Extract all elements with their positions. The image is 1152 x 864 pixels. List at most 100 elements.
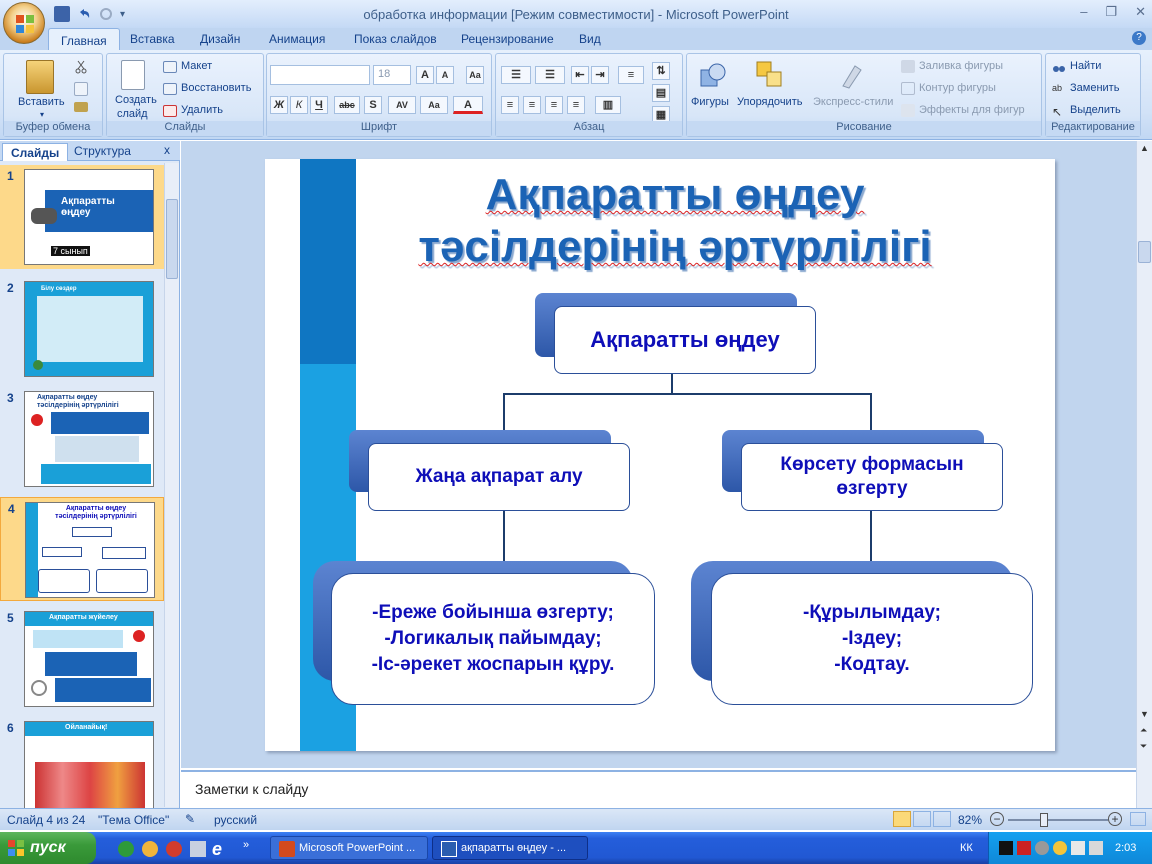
italic-button[interactable]: К: [290, 96, 308, 114]
clock[interactable]: 2:03: [1115, 842, 1136, 854]
align-center-button[interactable]: ≡: [523, 96, 541, 114]
tab-review[interactable]: Рецензирование: [461, 32, 554, 46]
tab-insert[interactable]: Вставка: [130, 32, 175, 46]
shape-fill-button[interactable]: Заливка фигуры: [919, 60, 1003, 72]
strikethrough-button[interactable]: abc: [334, 96, 360, 114]
ie-icon[interactable]: e: [212, 839, 222, 860]
vertical-scrollbar[interactable]: ▲ ▼ ⏶ ⏷: [1136, 141, 1152, 808]
notes-pane[interactable]: Заметки к слайду: [181, 770, 1136, 808]
shape-outline-button[interactable]: Контур фигуры: [919, 82, 996, 94]
zoom-slider[interactable]: [1008, 819, 1108, 821]
new-slide-button-2[interactable]: слайд: [117, 108, 148, 120]
slide-thumbnail-3[interactable]: 3 Ақпаратты өңдеу тәсілдерінің әртүрлілі…: [0, 387, 164, 491]
quicklaunch-icon-2[interactable]: [142, 841, 158, 857]
scroll-thumb[interactable]: [1138, 241, 1151, 263]
help-icon[interactable]: ?: [1132, 31, 1146, 45]
cut-icon[interactable]: [74, 60, 88, 74]
quicklaunch-icon-1[interactable]: [118, 841, 134, 857]
font-size-combo[interactable]: 18: [373, 65, 411, 85]
prev-slide-icon[interactable]: ⏶: [1140, 725, 1147, 736]
maximize-icon[interactable]: ❐: [1105, 4, 1117, 20]
align-text-button[interactable]: ▤: [652, 84, 670, 102]
tray-icon-4[interactable]: [1053, 841, 1067, 855]
tab-view[interactable]: Вид: [579, 32, 601, 46]
minimize-icon[interactable]: –: [1080, 4, 1087, 20]
language-indicator[interactable]: КК: [960, 842, 973, 854]
panel-close-icon[interactable]: x: [164, 143, 170, 157]
align-left-button[interactable]: ≡: [501, 96, 519, 114]
clear-format-button[interactable]: Aa: [466, 66, 484, 84]
bold-button[interactable]: Ж: [270, 96, 288, 114]
office-button[interactable]: [3, 2, 45, 44]
slide-thumbnail-6[interactable]: 6 Ойланайық!: [0, 717, 164, 821]
select-button[interactable]: Выделить: [1070, 104, 1121, 116]
quicklaunch-icon-3[interactable]: [166, 841, 182, 857]
arrange-icon[interactable]: [755, 60, 785, 90]
slideshow-icon[interactable]: [933, 811, 951, 827]
shadow-button[interactable]: S: [364, 96, 382, 114]
tray-icon-1[interactable]: [999, 841, 1013, 855]
font-color-button[interactable]: A: [453, 96, 483, 114]
tray-icon-3[interactable]: [1035, 841, 1049, 855]
close-icon[interactable]: ✕: [1135, 4, 1146, 20]
tab-animation[interactable]: Анимация: [269, 32, 325, 46]
fit-window-icon[interactable]: [1130, 812, 1146, 826]
case-button[interactable]: Aa: [420, 96, 448, 114]
zoom-in-icon[interactable]: +: [1108, 812, 1122, 826]
root-node[interactable]: Ақпаратты өңдеу: [554, 306, 816, 374]
tray-icon-5[interactable]: [1071, 841, 1085, 855]
shapes-icon[interactable]: [699, 62, 727, 90]
slide-thumbnail-5[interactable]: 5 Ақпаратты жүйелеу: [0, 607, 164, 711]
paste-button[interactable]: Вставить: [18, 96, 65, 108]
increase-indent-button[interactable]: ⇥: [591, 66, 609, 84]
decrease-indent-button[interactable]: ⇤: [571, 66, 589, 84]
new-slide-icon[interactable]: [121, 60, 145, 90]
format-painter-icon[interactable]: [74, 102, 88, 112]
tab-design[interactable]: Дизайн: [200, 32, 240, 46]
normal-view-icon[interactable]: [893, 811, 911, 827]
spacing-button[interactable]: AV: [388, 96, 416, 114]
left-leaf[interactable]: -Ереже бойынша өзгерту; -Логикалық пайым…: [331, 573, 655, 705]
start-button[interactable]: пуск: [0, 832, 96, 864]
zoom-level[interactable]: 82%: [958, 813, 982, 827]
align-right-button[interactable]: ≡: [545, 96, 563, 114]
tab-home[interactable]: Главная: [48, 28, 120, 50]
zoom-out-icon[interactable]: −: [990, 812, 1004, 826]
next-slide-icon[interactable]: ⏷: [1140, 741, 1147, 752]
paste-icon[interactable]: [26, 60, 54, 94]
replace-button[interactable]: Заменить: [1070, 82, 1119, 94]
shapes-button[interactable]: Фигуры: [691, 96, 729, 108]
status-language[interactable]: русский: [214, 813, 257, 827]
spellcheck-icon[interactable]: ✎: [185, 812, 195, 826]
slide-thumbnail-4[interactable]: 4 Ақпаратты өңдеу тәсілдерінің әртүрлілі…: [0, 497, 164, 601]
panel-scroll-thumb[interactable]: [166, 199, 178, 279]
slide-thumbnail-1[interactable]: 1 Ақпаратты өңдеу 7 сынып: [0, 165, 164, 269]
shape-effects-button[interactable]: Эффекты для фигур: [919, 104, 1025, 116]
quicklaunch-more-icon[interactable]: »: [243, 839, 249, 851]
quicklaunch-icon-4[interactable]: [190, 841, 206, 857]
columns-button[interactable]: ▥: [595, 96, 621, 114]
find-button[interactable]: Найти: [1070, 60, 1101, 72]
scroll-down-icon[interactable]: ▼: [1140, 709, 1149, 719]
layout-button[interactable]: Макет: [181, 60, 212, 72]
scroll-up-icon[interactable]: ▲: [1140, 143, 1149, 153]
status-theme[interactable]: "Тема Office": [98, 813, 169, 827]
tab-slides[interactable]: Слайды: [2, 143, 69, 161]
tray-icon-6[interactable]: [1089, 841, 1103, 855]
tray-icon-2[interactable]: [1017, 841, 1031, 855]
underline-button[interactable]: Ч: [310, 96, 328, 114]
delete-button[interactable]: Удалить: [181, 104, 223, 116]
grow-font-button[interactable]: A: [416, 66, 434, 84]
shrink-font-button[interactable]: A: [436, 66, 454, 84]
right-leaf[interactable]: -Құрылымдау; -Іздеу; -Кодтау.: [711, 573, 1033, 705]
zoom-slider-thumb[interactable]: [1040, 813, 1048, 827]
taskbar-document[interactable]: ақпаратты өңдеу - ...: [432, 836, 588, 860]
tab-outline[interactable]: Структура: [74, 144, 131, 158]
text-direction-button[interactable]: ⇅: [652, 62, 670, 80]
bullets-button[interactable]: ☰: [501, 66, 531, 84]
arrange-button[interactable]: Упорядочить: [737, 96, 802, 108]
tab-slideshow[interactable]: Показ слайдов: [354, 32, 437, 46]
panel-scrollbar[interactable]: [164, 163, 179, 807]
copy-icon[interactable]: [74, 82, 88, 96]
quick-styles-icon[interactable]: [839, 62, 865, 90]
